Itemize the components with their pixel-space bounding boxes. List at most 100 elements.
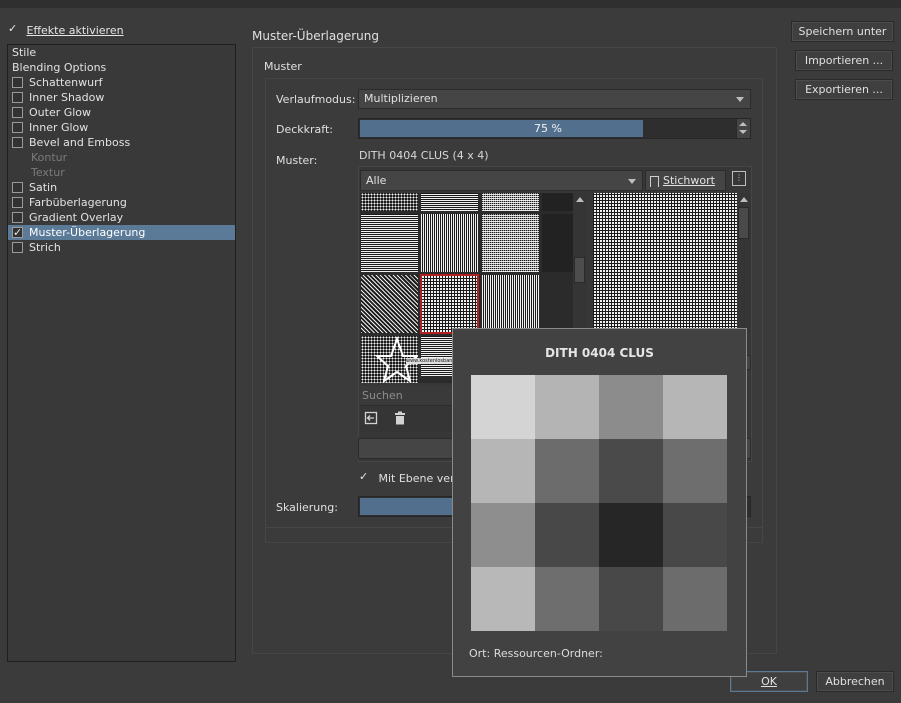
style-item-6[interactable]: Bevel and Emboss — [8, 135, 235, 150]
pattern-name: DITH 0404 CLUS (4 x 4) — [359, 149, 489, 162]
effects-checkbox[interactable] — [8, 22, 20, 36]
style-checkbox[interactable] — [12, 121, 23, 133]
style-item-label: Outer Glow — [29, 106, 92, 119]
scroll-thumb[interactable] — [574, 257, 585, 283]
spin-up-icon[interactable] — [739, 122, 747, 126]
blend-mode-select[interactable]: Multiplizieren — [358, 89, 751, 109]
matrix-cell — [663, 439, 727, 503]
style-item-label: Inner Shadow — [29, 91, 105, 104]
style-item-5[interactable]: Inner Glow — [8, 120, 235, 135]
style-checkbox[interactable] — [12, 211, 23, 223]
chevron-down-icon — [736, 97, 744, 102]
pattern-thumb[interactable] — [421, 193, 478, 211]
link-with-layer[interactable]: Mit Ebene verl — [359, 470, 458, 485]
filter-value: Alle — [366, 174, 387, 187]
pattern-thumb[interactable] — [361, 214, 418, 272]
trash-icon[interactable] — [393, 411, 407, 425]
style-item-3[interactable]: Inner Shadow — [8, 90, 235, 105]
pattern-thumb[interactable] — [361, 275, 418, 333]
matrix-cell — [599, 567, 663, 631]
pattern-label: Muster: — [276, 154, 318, 167]
filter-select[interactable]: Alle — [360, 170, 643, 191]
matrix-cell — [535, 503, 599, 567]
chevron-down-icon — [628, 179, 636, 184]
style-item-1[interactable]: Blending Options — [8, 60, 235, 75]
bookmark-icon — [650, 175, 659, 187]
scroll-up-icon[interactable] — [576, 197, 584, 202]
pattern-thumb[interactable] — [482, 275, 539, 333]
pattern-thumb[interactable] — [482, 193, 539, 211]
style-checkbox[interactable] — [12, 136, 23, 148]
tooltip-title: DITH 0404 CLUS — [545, 346, 654, 360]
matrix-cell — [471, 439, 535, 503]
dither-matrix — [471, 375, 727, 631]
matrix-cell — [471, 503, 535, 567]
pattern-thumb[interactable] — [482, 214, 539, 272]
pattern-thumb[interactable] — [361, 193, 418, 211]
style-item-11[interactable]: Gradient Overlay — [8, 210, 235, 225]
matrix-cell — [663, 375, 727, 439]
export-button[interactable]: Exportieren ... — [795, 79, 893, 100]
style-item-10[interactable]: Farbüberlagerung — [8, 195, 235, 210]
style-item-label: Bevel and Emboss — [29, 136, 131, 149]
group-title: Muster — [264, 60, 302, 73]
panel-title: Muster-Überlagerung — [252, 29, 379, 43]
view-options-icon[interactable]: ⋮ — [732, 171, 746, 186]
style-item-label: Textur — [31, 166, 65, 179]
opacity-slider[interactable]: 75 % — [358, 118, 751, 139]
link-checkbox[interactable] — [359, 470, 370, 484]
style-item-label: Satin — [29, 181, 58, 194]
pattern-thumb-empty — [542, 214, 573, 272]
matrix-cell — [471, 567, 535, 631]
matrix-cell — [535, 375, 599, 439]
link-label: Mit Ebene verl — [378, 471, 458, 485]
style-checkbox[interactable] — [12, 225, 23, 240]
style-checkbox[interactable] — [12, 181, 23, 193]
style-item-8[interactable]: Textur — [8, 165, 235, 180]
pattern-thumb[interactable] — [421, 214, 478, 272]
scroll-up-icon[interactable] — [740, 197, 748, 202]
opacity-spinner[interactable] — [736, 119, 750, 138]
effects-toggle[interactable]: Effekte aktivieren — [8, 22, 124, 37]
style-item-9[interactable]: Satin — [8, 180, 235, 195]
pattern-thumb-selected[interactable] — [420, 274, 479, 334]
import-pattern-icon[interactable] — [364, 411, 378, 425]
style-item-12[interactable]: Muster-Überlagerung — [8, 225, 235, 240]
tag-button-label: Stichwort — [663, 174, 715, 187]
style-item-7[interactable]: Kontur — [8, 150, 235, 165]
style-item-13[interactable]: Strich — [8, 240, 235, 255]
tooltip-location: Ort: Ressourcen-Ordner: — [469, 647, 603, 660]
pattern-tooltip: DITH 0404 CLUS Ort: Ressourcen-Ordner: — [452, 328, 747, 677]
style-item-label: Kontur — [31, 151, 68, 164]
style-item-label: Gradient Overlay — [29, 211, 124, 224]
style-item-label: Blending Options — [12, 61, 107, 74]
matrix-cell — [535, 567, 599, 631]
matrix-cell — [663, 503, 727, 567]
matrix-cell — [535, 439, 599, 503]
style-list[interactable]: Stile Blending Options Schattenwurf Inner S… — [7, 44, 236, 662]
style-checkbox[interactable] — [12, 106, 23, 118]
cancel-button[interactable]: Abbrechen — [816, 671, 894, 692]
matrix-cell — [599, 503, 663, 567]
matrix-cell — [599, 439, 663, 503]
import-button[interactable]: Importieren ... — [795, 50, 893, 71]
preview-scrollbar[interactable] — [737, 193, 751, 333]
style-checkbox[interactable] — [12, 241, 23, 253]
style-item-2[interactable]: Schattenwurf — [8, 75, 235, 90]
tag-button[interactable]: Stichwort — [645, 170, 726, 191]
style-item-label: Muster-Überlagerung — [29, 226, 146, 239]
style-item-0[interactable]: Stile — [8, 45, 235, 60]
scroll-thumb[interactable] — [738, 207, 749, 239]
blend-mode-label: Verlaufmodus: — [276, 93, 356, 106]
style-item-label: Schattenwurf — [29, 76, 103, 89]
matrix-cell — [599, 375, 663, 439]
style-checkbox[interactable] — [12, 196, 23, 208]
save-as-button[interactable]: Speichern unter ... — [791, 21, 894, 57]
style-checkbox[interactable] — [12, 76, 23, 88]
style-item-4[interactable]: Outer Glow — [8, 105, 235, 120]
title-strip — [0, 0, 901, 8]
pattern-preview — [593, 193, 737, 333]
style-checkbox[interactable] — [12, 91, 23, 103]
matrix-cell — [471, 375, 535, 439]
spin-down-icon[interactable] — [739, 130, 747, 134]
